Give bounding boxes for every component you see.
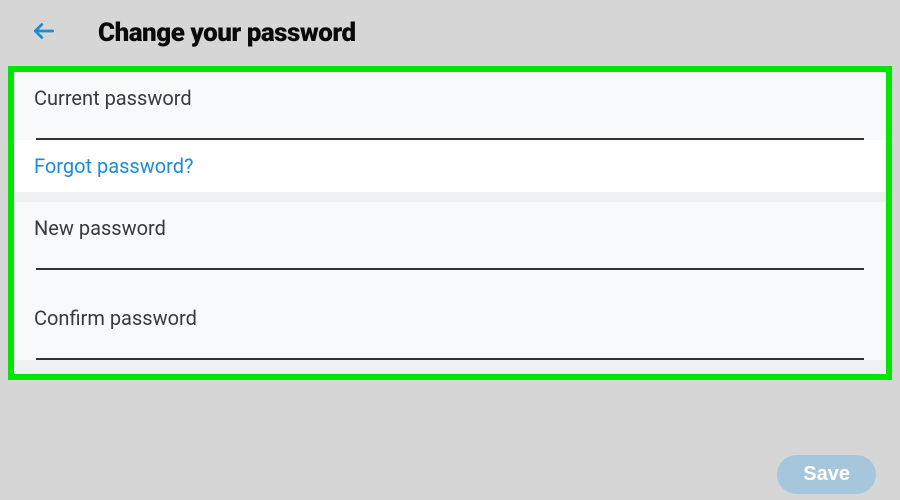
new-password-label: New password [34,216,866,240]
new-password-field[interactable]: New password [14,202,886,270]
save-button[interactable]: Save [777,455,876,494]
forgot-password-link[interactable]: Forgot password? [34,154,194,178]
current-password-field[interactable]: Current password [14,72,886,140]
page-header: Change your password [0,0,900,66]
page-title: Change your password [98,18,356,48]
section-separator [14,192,886,202]
back-button[interactable] [30,19,58,47]
forgot-password-row: Forgot password? [14,140,886,192]
field-gap [14,270,886,292]
confirm-password-field[interactable]: Confirm password [14,292,886,360]
arrow-left-icon [31,18,57,48]
bottom-gap [14,360,886,374]
current-password-label: Current password [34,86,866,110]
password-form-highlight: Current password Forgot password? New pa… [8,66,892,380]
confirm-password-label: Confirm password [34,306,866,330]
footer-bar: Save [0,448,900,500]
